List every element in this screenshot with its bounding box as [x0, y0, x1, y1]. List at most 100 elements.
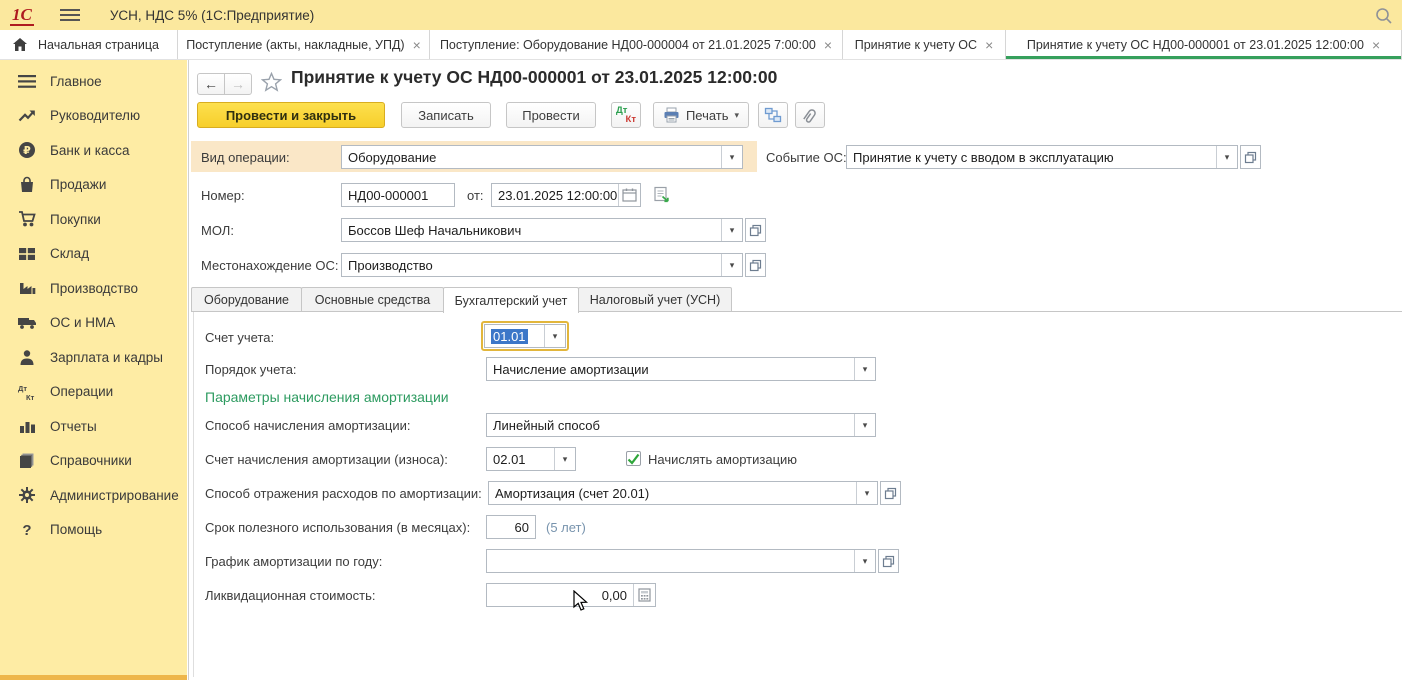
useful-life-hint: (5 лет) — [546, 515, 586, 539]
checkmark-icon — [627, 453, 640, 465]
os-event-value: Принятие к учету с вводом в эксплуатацию — [847, 146, 1216, 168]
tab-prinyatie-list[interactable]: Принятие к учету ОС — [843, 30, 1006, 59]
sidebar-item-proizvodstvo[interactable]: Производство — [0, 271, 187, 306]
tab-label: Начальная страница — [38, 38, 159, 52]
print-label: Печать — [686, 108, 729, 123]
date-value: 23.01.2025 12:00:00 — [492, 184, 618, 206]
back-button[interactable]: ← — [197, 73, 225, 95]
method-label: Способ начисления амортизации: — [205, 413, 411, 437]
sidebar-item-prodazhi[interactable]: Продажи — [0, 168, 187, 203]
depreciation-account-value: 02.01 — [487, 448, 554, 470]
dropdown-arrow-icon[interactable] — [721, 254, 742, 276]
liquidation-value-field[interactable]: 0,00 — [486, 583, 656, 607]
sidebar-item-administrirovanie[interactable]: Администрирование — [0, 478, 187, 513]
forward-button[interactable]: → — [224, 73, 252, 95]
post-button[interactable]: Провести — [506, 102, 596, 128]
search-button[interactable] — [1372, 4, 1396, 28]
sidebar-item-sklad[interactable]: Склад — [0, 237, 187, 272]
schedule-open-button[interactable] — [878, 549, 899, 573]
close-tab-icon[interactable] — [985, 38, 993, 52]
section-header: Параметры начисления амортизации — [205, 389, 449, 405]
charge-depreciation-label[interactable]: Начислять амортизацию — [648, 447, 797, 471]
save-button[interactable]: Записать — [401, 102, 491, 128]
dropdown-arrow-icon[interactable] — [544, 325, 565, 347]
sidebar-item-rukovoditelyu[interactable]: Руководителю — [0, 99, 187, 134]
tab-postuplenie-list[interactable]: Поступление (акты, накладные, УПД) — [178, 30, 430, 59]
dropdown-arrow-icon[interactable] — [721, 219, 742, 241]
sidebar-item-os-i-nma[interactable]: ОС и НМА — [0, 306, 187, 341]
sidebar-item-bank-i-kassa[interactable]: ₽ Банк и касса — [0, 133, 187, 168]
close-tab-icon[interactable] — [824, 38, 832, 52]
sidebar-item-glavnoe[interactable]: Главное — [0, 64, 187, 99]
tab-prinyatie-doc[interactable]: Принятие к учету ОС НД00-000001 от 23.01… — [1006, 30, 1402, 59]
tab-nalogovyy-uchet-usn[interactable]: Налоговый учет (УСН) — [578, 287, 732, 312]
order-field[interactable]: Начисление амортизации — [486, 357, 876, 381]
close-tab-icon[interactable] — [413, 38, 421, 52]
dropdown-arrow-icon[interactable] — [554, 448, 575, 470]
app-window: 1С УСН, НДС 5% (1С:Предприятие) Начальна… — [0, 0, 1402, 680]
tab-label: Принятие к учету ОС — [855, 38, 977, 52]
print-button[interactable]: Печать ▾ — [653, 102, 749, 128]
sidebar-item-pomoshch[interactable]: ? Помощь — [0, 513, 187, 548]
number-value: НД00-000001 — [342, 184, 454, 206]
main-menu-button[interactable] — [60, 8, 80, 22]
sidebar-item-otchety[interactable]: Отчеты — [0, 409, 187, 444]
sidebar-item-pokupki[interactable]: Покупки — [0, 202, 187, 237]
dropdown-arrow-icon[interactable] — [1216, 146, 1237, 168]
favorite-star-icon[interactable] — [261, 72, 282, 97]
dropdown-arrow-icon[interactable] — [854, 550, 875, 572]
account-value: 01.01 — [491, 329, 528, 344]
ruble-icon: ₽ — [16, 141, 38, 159]
location-open-button[interactable] — [745, 253, 766, 277]
svg-text:₽: ₽ — [23, 145, 31, 157]
close-tab-icon[interactable] — [1372, 38, 1380, 52]
expense-method-field[interactable]: Амортизация (счет 20.01) — [488, 481, 878, 505]
tab-buhgalterskiy-uchet[interactable]: Бухгалтерский учет — [443, 287, 579, 313]
tab-osnovnye-sredstva[interactable]: Основные средства — [301, 287, 444, 312]
mol-label: МОЛ: — [201, 218, 234, 242]
operation-kind-field[interactable]: Оборудование — [341, 145, 743, 169]
dropdown-arrow-icon[interactable] — [721, 146, 742, 168]
attachments-button[interactable] — [795, 102, 825, 128]
account-field[interactable]: 01.01 — [484, 324, 566, 348]
question-icon: ? — [16, 521, 38, 538]
tab-panel-left-edge — [193, 312, 194, 677]
tab-oborudovanie[interactable]: Оборудование — [191, 287, 302, 312]
related-documents-button[interactable] — [758, 102, 788, 128]
mol-open-button[interactable] — [745, 218, 766, 242]
truck-icon — [16, 315, 38, 330]
useful-life-field[interactable]: 60 — [486, 515, 536, 539]
dropdown-arrow-icon[interactable] — [854, 358, 875, 380]
dtkt-button[interactable]: Дт Кт — [611, 102, 641, 128]
method-field[interactable]: Линейный способ — [486, 413, 876, 437]
schedule-field[interactable] — [486, 549, 876, 573]
liquidation-value: 0,00 — [487, 584, 633, 606]
number-field[interactable]: НД00-000001 — [341, 183, 455, 207]
number-label: Номер: — [201, 183, 245, 207]
tab-home-page[interactable]: Начальная страница — [0, 30, 178, 59]
sidebar-item-spravochniki[interactable]: Справочники — [0, 444, 187, 479]
sidebar-item-zarplata-i-kadry[interactable]: Зарплата и кадры — [0, 340, 187, 375]
mol-field[interactable]: Боссов Шеф Начальникович — [341, 218, 743, 242]
dropdown-arrow-icon[interactable] — [854, 414, 875, 436]
printer-icon — [663, 107, 680, 123]
sidebar-item-operatsii[interactable]: ДтКт Операции — [0, 375, 187, 410]
open-icon — [882, 555, 895, 568]
os-event-field[interactable]: Принятие к учету с вводом в эксплуатацию — [846, 145, 1238, 169]
post-and-close-button[interactable]: Провести и закрыть — [197, 102, 385, 128]
expense-method-open-button[interactable] — [880, 481, 901, 505]
title-bar: 1С УСН, НДС 5% (1С:Предприятие) — [0, 0, 1402, 30]
date-field[interactable]: 23.01.2025 12:00:00 — [491, 183, 641, 207]
tab-label: Принятие к учету ОС НД00-000001 от 23.01… — [1027, 38, 1364, 52]
tab-postuplenie-doc[interactable]: Поступление: Оборудование НД00-000004 от… — [430, 30, 843, 59]
dropdown-arrow-icon[interactable] — [856, 482, 877, 504]
open-icon — [749, 224, 762, 237]
os-event-open-button[interactable] — [1240, 145, 1261, 169]
calendar-button[interactable] — [618, 184, 640, 206]
1c-logo: 1С — [10, 5, 34, 26]
calculator-button[interactable] — [633, 584, 655, 606]
set-date-button[interactable] — [651, 184, 673, 206]
location-field[interactable]: Производство — [341, 253, 743, 277]
depreciation-account-field[interactable]: 02.01 — [486, 447, 576, 471]
charge-depreciation-checkbox[interactable] — [626, 451, 641, 466]
